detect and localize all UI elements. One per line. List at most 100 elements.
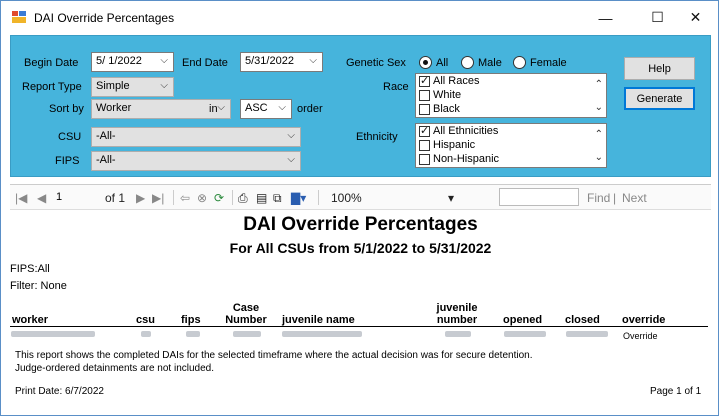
checkbox-icon (419, 139, 430, 151)
ethnicity-item-label: Non-Hispanic (433, 153, 500, 165)
race-item-label: White (433, 89, 462, 101)
export-icon[interactable]: ▇▾ (291, 191, 306, 205)
col-juvenile-name: juvenile name (282, 314, 355, 326)
page-setup-icon[interactable]: ⧉ (273, 191, 282, 206)
checkbox-checked-icon (419, 74, 430, 87)
print-layout-icon[interactable]: ▤ (256, 191, 267, 205)
chevron-down-icon: ⌵ (309, 55, 317, 66)
scroll-up-icon[interactable]: ⌃ (595, 129, 603, 140)
app-window: DAI Override Percentages — ☐ ✕ Begin Dat… (0, 0, 719, 416)
sex-option-label: All (436, 56, 449, 69)
sex-radio-male[interactable]: Male (461, 56, 502, 69)
print-icon[interactable]: ⎙ (238, 191, 248, 206)
next-link[interactable]: Next (622, 191, 647, 205)
print-date: Print Date: 6/7/2022 (15, 386, 104, 397)
previous-page-icon[interactable]: ◀ (37, 191, 46, 205)
race-item-all[interactable]: All Races (419, 74, 479, 87)
race-item-white[interactable]: White (419, 89, 461, 101)
back-icon[interactable]: ⇦ (180, 191, 190, 205)
checkbox-icon (419, 153, 430, 165)
chevron-down-icon: ⌵ (160, 55, 168, 66)
order-select[interactable]: ASC ⌵ (240, 99, 292, 119)
refresh-icon[interactable]: ⟳ (214, 191, 224, 205)
report-subtitle: For All CSUs from 5/1/2022 to 5/31/2022 (229, 240, 492, 256)
window-title: DAI Override Percentages (34, 11, 175, 25)
scroll-up-icon[interactable]: ⌃ (595, 79, 603, 90)
end-date-label: End Date (182, 57, 228, 69)
last-page-icon[interactable]: ▶| (152, 191, 164, 205)
col-override: override (622, 314, 666, 326)
radio-selected-icon (419, 56, 432, 69)
report-toolbar: |◀ ◀ 1 of 1 ▶ ▶| ⇦ ⊗ ⟳ ⎙ ▤ ⧉ ▇▾ 100% ▾ F… (10, 184, 711, 210)
report-type-select[interactable]: Simple ⌵ (91, 77, 174, 97)
page-label: Page 1 of 1 (650, 386, 702, 397)
chevron-down-icon: ⌵ (278, 102, 286, 113)
end-date-picker[interactable]: 5/31/2022 ⌵ (240, 52, 323, 72)
sex-radio-all[interactable]: All (419, 56, 448, 69)
filter-panel: Begin Date 5/ 1/2022 ⌵ End Date 5/31/202… (10, 35, 711, 177)
redacted-worker (11, 331, 95, 337)
race-item-label: Black (433, 103, 460, 115)
zoom-value[interactable]: 100% (331, 191, 362, 205)
col-worker: worker (12, 314, 49, 326)
ethnicity-item-non-hispanic[interactable]: Non-Hispanic (419, 153, 499, 165)
in-label: in (209, 103, 218, 115)
begin-date-picker[interactable]: 5/ 1/2022 ⌵ (91, 52, 174, 72)
generate-button[interactable]: Generate (624, 87, 695, 110)
sex-radio-female[interactable]: Female (513, 56, 567, 69)
find-input[interactable] (499, 188, 579, 206)
ethnicity-item-hispanic[interactable]: Hispanic (419, 139, 475, 151)
fips-line: FIPS:All (10, 263, 50, 275)
checkbox-icon (419, 103, 430, 115)
help-button[interactable]: Help (624, 57, 695, 80)
redacted-juvenile-name (282, 331, 362, 337)
scroll-down-icon[interactable]: ⌄ (595, 102, 603, 113)
report-title: DAI Override Percentages (243, 214, 478, 235)
chevron-down-icon: ⌵ (217, 102, 225, 113)
radio-icon (461, 56, 474, 69)
col-csu: csu (136, 314, 155, 326)
scroll-down-icon[interactable]: ⌄ (595, 152, 603, 163)
ethnicity-item-label: All Ethnicities (433, 125, 499, 137)
zoom-chevron-down-icon[interactable]: ▾ (448, 191, 454, 205)
race-label: Race (383, 81, 409, 93)
csu-label: CSU (58, 131, 82, 143)
page-number-input[interactable]: 1 (52, 188, 100, 206)
ethnicity-listbox[interactable]: All Ethnicities Hispanic Non-Hispanic ⌃ … (415, 123, 607, 168)
fips-label: FIPS (55, 155, 80, 167)
race-listbox[interactable]: All Races White Black ⌃ ⌄ (415, 73, 607, 118)
begin-date-value: 5/ 1/2022 (96, 55, 142, 67)
ethnicity-item-label: Hispanic (433, 139, 476, 151)
order-value: ASC (245, 102, 268, 114)
fips-select[interactable]: -All- ⌵ (91, 151, 301, 171)
col-opened: opened (503, 314, 543, 326)
col-fips: fips (181, 314, 201, 326)
find-link[interactable]: Find (587, 191, 610, 205)
end-date-value: 5/31/2022 (245, 55, 294, 67)
col-case-number: Case Number (225, 302, 267, 326)
override-cell: Override (623, 331, 658, 341)
sort-by-value: Worker (96, 102, 132, 114)
redacted-csu (141, 331, 151, 337)
col-juvenile-number: juvenile number (436, 302, 478, 326)
header-rule (10, 326, 708, 327)
race-item-black[interactable]: Black (419, 103, 460, 115)
divider-glyph: | (613, 191, 617, 205)
radio-icon (513, 56, 526, 69)
csu-select[interactable]: -All- ⌵ (91, 127, 301, 147)
ethnicity-label: Ethnicity (356, 131, 398, 143)
redacted-juvenile-number (445, 331, 471, 337)
ethnicity-item-all[interactable]: All Ethnicities (419, 124, 499, 137)
col-closed: closed (565, 314, 600, 326)
first-page-icon[interactable]: |◀ (15, 191, 27, 205)
sort-by-label: Sort by (49, 103, 84, 115)
stop-icon[interactable]: ⊗ (197, 191, 207, 205)
next-page-icon[interactable]: ▶ (136, 191, 145, 205)
checkbox-checked-icon (419, 124, 430, 137)
minimize-button[interactable]: — (583, 1, 628, 34)
close-button[interactable]: ✕ (673, 1, 718, 34)
report-note-1: This report shows the completed DAIs for… (15, 350, 533, 361)
checkbox-icon (419, 89, 430, 101)
report-page: DAI Override Percentages For All CSUs fr… (10, 211, 711, 406)
report-type-value: Simple (96, 80, 130, 92)
